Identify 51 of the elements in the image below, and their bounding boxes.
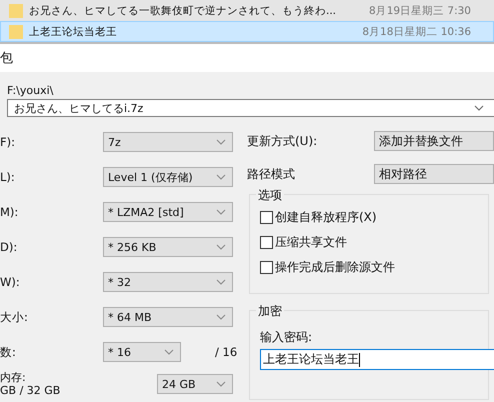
setting-dropdown[interactable]: * 16 [103,342,181,362]
setting-dropdown[interactable]: 7z [103,132,233,152]
setting-label: 大小: [0,310,29,324]
folder-path: F:\youxi\ [7,84,54,97]
file-date: 8月18日星期二 10:36 [362,24,471,38]
setting-dropdown[interactable]: 24 GB [157,374,233,394]
checkbox[interactable] [260,261,273,274]
setting-label: F): [0,135,16,149]
setting-label: L): [0,170,16,184]
chevron-down-icon [216,381,226,387]
setting-label: W): [0,275,21,289]
chevron-down-icon [216,314,226,320]
chevron-down-icon [216,279,226,285]
thread-total: / 16 [215,345,238,359]
setting-label: D): [0,240,18,254]
folder-icon [9,24,23,40]
archive-name-combo[interactable]: お兄さん、ヒマしてるi.7z [7,99,494,117]
file-date: 8月19日星期三 7:30 [369,4,471,18]
folder-icon [9,2,23,18]
checkbox[interactable] [260,236,273,249]
setting-label: 内存: [0,371,27,384]
setting-dropdown[interactable]: Level 1 (仅存储) [103,167,233,187]
checkbox-label: 操作完成后删除源文件 [275,259,395,276]
file-name: お兄さん、ヒマしてる一歌舞伎町で逆ナンされて、もう終わ... [29,4,338,18]
memory-usage: GB / 32 GB [0,384,62,397]
chevron-down-icon [216,139,226,145]
setting-dropdown[interactable]: * 256 KB [103,237,233,257]
checkbox-label: 压缩共享文件 [275,234,347,251]
path-mode-label: 路径模式 [247,166,296,182]
chevron-down-icon [474,105,484,111]
checkbox-label: 创建自释放程序(X) [275,209,377,226]
chevron-down-icon [216,174,226,180]
chevron-down-icon [164,349,174,355]
chevron-down-icon [216,244,226,250]
file-row[interactable]: 上老王论坛当老王 8月18日星期二 10:36 [0,21,494,42]
setting-dropdown[interactable]: * 64 MB [103,307,233,327]
file-row[interactable]: お兄さん、ヒマしてる一歌舞伎町で逆ナンされて、もう終わ... 8月19日星期三 7:30 [0,0,494,21]
window-title: 包 [0,50,13,67]
setting-dropdown[interactable]: * LZMA2 [std] [103,202,233,222]
chevron-down-icon [216,209,226,215]
password-label: 输入密码: [260,329,314,346]
checkbox[interactable] [260,211,273,224]
update-mode-dropdown[interactable]: 添加并替换文件 [374,131,494,151]
update-mode-label: 更新方式(U): [247,132,318,150]
setting-label: M): [0,205,20,219]
group-title: 选项 [256,187,284,204]
path-mode-dropdown[interactable]: 相对路径 [374,164,494,184]
file-name: 上老王论坛当老王 [29,24,118,38]
password-field[interactable]: 上老王论坛当老王 [260,349,494,370]
setting-label: 数: [0,344,17,360]
setting-dropdown[interactable]: * 32 [103,272,233,292]
